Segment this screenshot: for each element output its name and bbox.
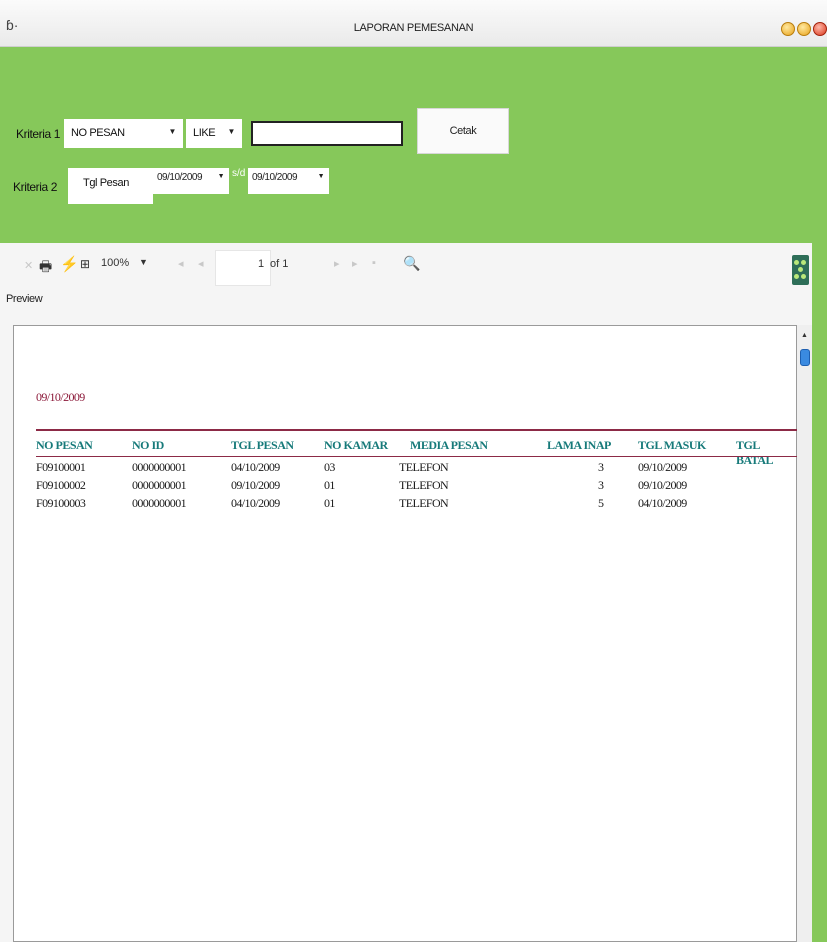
date-to-picker[interactable]: 09/10/2009 ▼: [248, 168, 329, 194]
cell-media: TELEFON: [399, 496, 449, 510]
criteria2-label: Kriteria 2: [13, 180, 58, 194]
window-title: LAPORAN PEMESANAN: [353, 22, 474, 34]
title-bar: ɓ· LAPORAN PEMESANAN: [0, 0, 827, 47]
cell-no-id: 0000000001: [132, 478, 187, 492]
column-header: TGL PESAN: [231, 438, 294, 452]
cell-no-pesan: F09100003: [36, 496, 86, 510]
cell-no-pesan: F09100002: [36, 478, 86, 492]
search-input[interactable]: [251, 121, 403, 146]
cell-no-kamar: 01: [324, 478, 335, 492]
crystal-logo-icon: [792, 255, 809, 285]
date-to-value: 09/10/2009: [252, 172, 298, 183]
report-viewer: ✕ 🖶 ⚡ ⊞ 100% ▼ ◂ ◂ 1 of 1 ▸ ▸ ▪ 🔍 Previe…: [0, 243, 812, 942]
date-from-picker[interactable]: 09/10/2009 ▼: [153, 168, 229, 194]
chevron-down-icon[interactable]: ▼: [218, 173, 225, 180]
column-header: TGL MASUK: [638, 438, 706, 452]
export-icon[interactable]: ✕: [24, 259, 33, 272]
viewer-toolbar: ✕ 🖶 ⚡ ⊞ 100% ▼ ◂ ◂ 1 of 1 ▸ ▸ ▪ 🔍: [0, 243, 812, 289]
date-field-select[interactable]: Tgl Pesan: [68, 168, 153, 204]
tree-icon[interactable]: ⊞: [80, 257, 90, 271]
cell-no-id: 0000000001: [132, 496, 187, 510]
cell-tgl-pesan: 09/10/2009: [231, 478, 280, 492]
report-date: 09/10/2009: [36, 390, 85, 404]
panel-edge: [812, 243, 827, 942]
column-header: LAMA INAP: [547, 438, 611, 452]
cell-no-pesan: F09100001: [36, 460, 86, 474]
cell-lama: 3: [598, 460, 604, 474]
refresh-icon[interactable]: ⚡: [60, 255, 79, 273]
last-page-icon[interactable]: ▸: [352, 257, 358, 270]
page-current: 1: [258, 258, 265, 270]
print-button[interactable]: Cetak: [417, 108, 509, 154]
cell-no-id: 0000000001: [132, 460, 187, 474]
search-icon[interactable]: 🔍: [403, 255, 420, 272]
operator-select-value: LIKE: [193, 127, 216, 139]
tab-preview[interactable]: Preview: [6, 293, 43, 305]
cell-no-kamar: 01: [324, 496, 335, 510]
report-page: 09/10/2009 NO PESAN NO ID TGL PESAN NO K…: [13, 325, 798, 942]
minimize-button[interactable]: [781, 22, 795, 36]
field-select-value: NO PESAN: [71, 127, 125, 139]
column-header: MEDIA PESAN: [410, 438, 488, 452]
maximize-button[interactable]: [797, 22, 811, 36]
cell-media: TELEFON: [399, 460, 449, 474]
close-button[interactable]: [813, 22, 827, 36]
column-header: NO ID: [132, 438, 164, 452]
cell-tgl-pesan: 04/10/2009: [231, 460, 280, 474]
column-header: TGL BATAL: [736, 438, 774, 467]
chevron-down-icon[interactable]: ▼: [318, 173, 325, 180]
cell-tgl-masuk: 04/10/2009: [638, 496, 687, 510]
cell-no-kamar: 03: [324, 460, 335, 474]
cell-tgl-pesan: 04/10/2009: [231, 496, 280, 510]
vertical-scrollbar[interactable]: ▲: [797, 325, 812, 942]
range-label: s/d: [232, 168, 246, 179]
column-header: NO PESAN: [36, 438, 93, 452]
column-header: NO KAMAR: [324, 438, 388, 452]
header-bottom-rule: [36, 456, 798, 457]
chevron-down-icon[interactable]: ▼: [227, 127, 235, 136]
cell-tgl-masuk: 09/10/2009: [638, 460, 687, 474]
field-select[interactable]: NO PESAN ▼: [64, 119, 183, 148]
date-from-value: 09/10/2009: [157, 172, 203, 183]
header-top-rule: [36, 429, 798, 431]
date-field-value: Tgl Pesan: [83, 177, 129, 189]
prev-page-icon[interactable]: ◂: [198, 257, 204, 270]
chevron-down-icon[interactable]: ▼: [168, 127, 176, 136]
stop-icon[interactable]: ▪: [372, 257, 376, 269]
zoom-select[interactable]: 100%: [101, 257, 129, 269]
window-controls: [781, 22, 827, 36]
scroll-up-icon[interactable]: ▲: [801, 332, 808, 339]
criteria1-label: Kriteria 1: [16, 127, 61, 141]
cell-tgl-masuk: 09/10/2009: [638, 478, 687, 492]
cell-media: TELEFON: [399, 478, 449, 492]
operator-select[interactable]: LIKE ▼: [186, 119, 242, 148]
scroll-thumb[interactable]: [800, 349, 810, 366]
cell-lama: 3: [598, 478, 604, 492]
page-total: of 1: [270, 258, 289, 270]
next-page-icon[interactable]: ▸: [334, 257, 340, 270]
print-icon[interactable]: 🖶: [39, 256, 52, 280]
chevron-down-icon[interactable]: ▼: [139, 257, 148, 267]
first-page-icon[interactable]: ◂: [178, 257, 184, 270]
cell-lama: 5: [598, 496, 604, 510]
